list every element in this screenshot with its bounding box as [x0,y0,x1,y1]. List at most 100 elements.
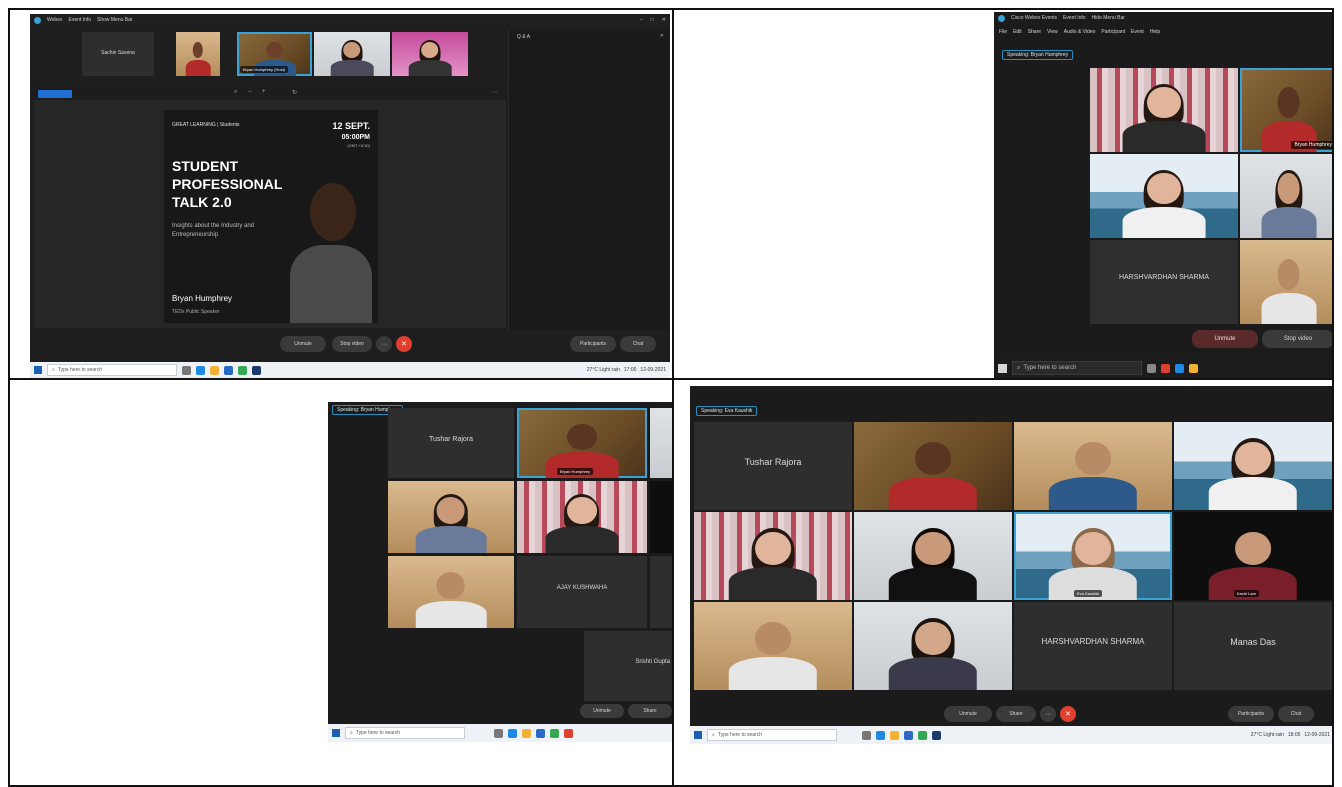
share-toolbar-blue-button[interactable] [38,90,72,98]
minimize-icon[interactable]: – [640,17,643,23]
menu-file[interactable]: File [999,29,1007,35]
search-icon[interactable]: ⌕ [234,89,237,96]
gallery-tile-3[interactable] [1090,154,1238,238]
gallery-tile-8[interactable]: AJAY KUSHWAHA [517,556,647,628]
more-options-icon[interactable]: ⋯ [492,89,498,96]
file-explorer-icon[interactable] [522,728,531,738]
gallery-tile-5[interactable] [517,481,647,553]
gallery-tile-1[interactable] [1090,68,1238,152]
rotate-icon[interactable]: ↻ [292,89,297,96]
taskbar-search[interactable]: ⌕ Type here to search [345,726,465,740]
gallery-tile-6[interactable] [854,512,1012,600]
unmute-button[interactable]: Unmute [944,706,992,722]
gallery-tile-6[interactable] [1240,240,1332,324]
file-explorer-icon[interactable] [890,730,899,740]
gallery-tile-2[interactable]: Bryan Humphrey [517,408,647,478]
gallery-tile-1[interactable]: Tushar Rajora [388,408,514,478]
menu-view[interactable]: View [1047,29,1058,35]
gallery-tile-9[interactable] [694,602,852,690]
unmute-button[interactable]: Unmute [580,704,624,718]
close-icon[interactable]: ✕ [660,33,664,39]
chrome-icon[interactable] [238,365,247,375]
chrome-icon[interactable] [918,730,927,740]
filmstrip-tile-2[interactable] [176,32,220,76]
zoom-in-icon[interactable]: + [262,89,266,95]
edge-icon[interactable] [1175,363,1184,373]
task-view-icon[interactable] [182,365,191,375]
titlebar-item-event-info[interactable]: Event Info [68,17,91,23]
share-button[interactable]: Share [628,704,672,718]
store-icon[interactable] [224,365,233,375]
gallery-tile-9[interactable] [650,556,672,628]
menu-share[interactable]: Share [1028,29,1041,35]
windows-start-icon[interactable] [998,363,1007,373]
menu-edit[interactable]: Edit [1013,29,1022,35]
filmstrip-tile-1[interactable]: Sachin Saxena [82,32,154,76]
file-explorer-icon[interactable] [1189,363,1198,373]
windows-start-icon[interactable] [34,366,42,374]
gallery-tile-7[interactable] [388,556,514,628]
titlebar-item-menu[interactable]: Hide Menu Bar [1092,15,1125,21]
edge-icon[interactable] [196,365,205,375]
gallery-tile-10[interactable] [854,602,1012,690]
store-icon[interactable] [904,730,913,740]
task-view-icon[interactable] [1147,363,1156,373]
task-view-icon[interactable] [494,728,503,738]
more-button[interactable]: ⋯ [1040,706,1056,722]
gallery-tile-11[interactable]: HARSHVARDHAN SHARMA [1014,602,1172,690]
gallery-tile-4[interactable] [1240,154,1332,238]
close-icon[interactable]: ✕ [662,17,666,23]
gallery-tile-5[interactable]: HARSHVARDHAN SHARMA [1090,240,1238,324]
gallery-tile-3[interactable] [650,408,672,478]
gallery-tile-2[interactable]: Bryan Humphrey [1240,68,1332,152]
gallery-tile-4[interactable] [388,481,514,553]
filmstrip-tile-5[interactable] [392,32,468,76]
task-view-icon[interactable] [862,730,871,740]
participants-button[interactable]: Participants [1228,706,1274,722]
filmstrip-tile-4[interactable] [314,32,390,76]
share-button[interactable]: Share [996,706,1036,722]
chrome-icon[interactable] [550,728,559,738]
windows-start-icon[interactable] [694,731,702,739]
zoom-out-icon[interactable]: − [248,89,252,95]
mail-icon[interactable] [564,728,573,738]
stop-video-button[interactable]: Stop video [1262,330,1332,348]
unmute-button[interactable]: Unmute [280,336,326,352]
store-icon[interactable] [536,728,545,738]
windows-start-icon[interactable] [332,729,340,737]
gallery-tile-2[interactable] [854,422,1012,510]
gallery-tile-5[interactable] [694,512,852,600]
maximize-icon[interactable]: □ [651,17,654,23]
gallery-tile-8[interactable]: Kachl Lam [1174,512,1332,600]
webex-icon[interactable] [932,730,941,740]
chrome-icon[interactable] [1161,363,1170,373]
titlebar-item-event-info[interactable]: Event Info [1063,15,1086,21]
titlebar-item-app[interactable]: Webex [47,17,62,23]
more-button[interactable]: ⋯ [376,336,392,352]
leave-button[interactable]: ✕ [396,336,412,352]
gallery-tile-7[interactable]: Eva Kaushik [1014,512,1172,600]
edge-icon[interactable] [508,728,517,738]
gallery-tile-3[interactable] [1014,422,1172,510]
titlebar-item-menu[interactable]: Show Menu Bar [97,17,133,23]
filmstrip-tile-3[interactable]: Bryan Humphrey (Host) [237,32,312,76]
gallery-tile-4[interactable] [1174,422,1332,510]
menu-help[interactable]: Help [1150,29,1160,35]
leave-button[interactable]: ✕ [1060,706,1076,722]
file-explorer-icon[interactable] [210,365,219,375]
taskbar-search[interactable]: ⌕ Type here to search [1012,361,1142,375]
edge-icon[interactable] [876,730,885,740]
gallery-tile-1[interactable]: Tushar Rajora [694,422,852,510]
gallery-tile-12[interactable]: Manas Das [1174,602,1332,690]
menu-participant[interactable]: Participant [1101,29,1125,35]
webex-icon[interactable] [252,365,261,375]
chat-button[interactable]: Chat [620,336,656,352]
gallery-tile-10[interactable]: Srishti Gupta [584,631,672,701]
stop-video-button[interactable]: Stop video [332,336,372,352]
chat-button[interactable]: Chat [1278,706,1314,722]
menu-event[interactable]: Event [1131,29,1144,35]
taskbar-search[interactable]: ⌕ Type here to search [707,728,837,742]
taskbar-search[interactable]: ⌕ Type here to search [47,364,177,376]
participants-button[interactable]: Participants [570,336,616,352]
titlebar-item-app[interactable]: Cisco Webex Events [1011,15,1057,21]
